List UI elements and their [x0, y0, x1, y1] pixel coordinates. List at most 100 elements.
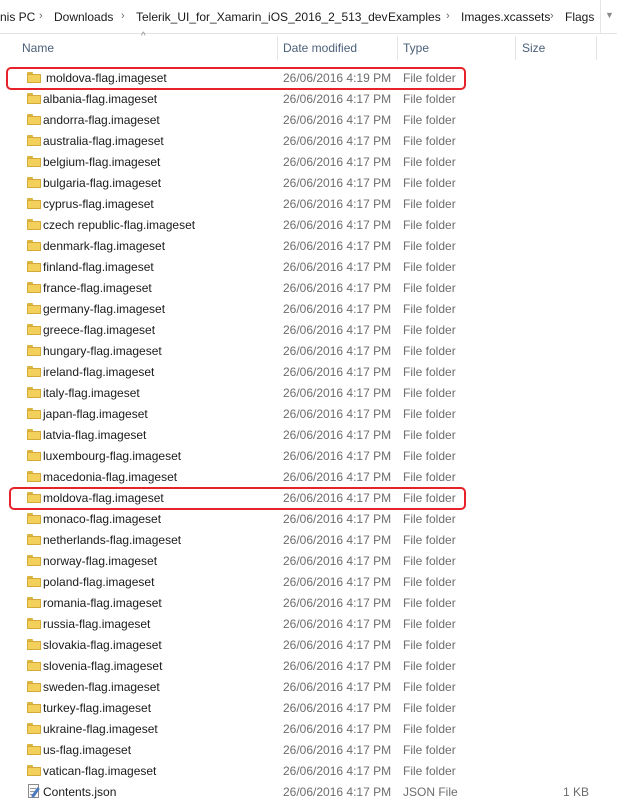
folder-row[interactable]: czech republic-flag.imageset 26/06/2016 4… — [0, 215, 617, 236]
file-name: monaco-flag.imageset — [43, 512, 162, 526]
file-name: slovakia-flag.imageset — [43, 638, 162, 652]
file-name: ireland-flag.imageset — [43, 365, 155, 379]
file-name: vatican-flag.imageset — [43, 764, 157, 778]
file-type: File folder — [403, 260, 456, 274]
file-name: norway-flag.imageset — [43, 554, 158, 568]
file-name: netherlands-flag.imageset — [43, 533, 182, 547]
file-name: turkey-flag.imageset — [43, 701, 152, 715]
column-divider[interactable] — [596, 36, 597, 60]
folder-row[interactable]: ukraine-flag.imageset 26/06/2016 4:17 PM F… — [0, 719, 617, 740]
file-type: File folder — [403, 764, 456, 778]
folder-row[interactable]: finland-flag.imageset 26/06/2016 4:17 PM F… — [0, 257, 617, 278]
column-header-size[interactable]: Size — [522, 34, 545, 62]
folder-row[interactable]: germany-flag.imageset 26/06/2016 4:17 PM F… — [0, 299, 617, 320]
file-date-modified: 26/06/2016 4:17 PM — [283, 176, 392, 190]
file-date-modified: 26/06/2016 4:17 PM — [283, 155, 392, 169]
column-header-name[interactable]: Name — [22, 34, 54, 62]
file-name: moldova-flag.imageset — [43, 491, 164, 505]
file-date-modified: 26/06/2016 4:17 PM — [283, 323, 392, 337]
file-type: File folder — [403, 71, 456, 85]
file-date-modified: 26/06/2016 4:19 PM — [283, 71, 392, 85]
folder-row[interactable]: russia-flag.imageset 26/06/2016 4:17 PM Fi… — [0, 614, 617, 635]
folder-row[interactable]: romania-flag.imageset 26/06/2016 4:17 PM F… — [0, 593, 617, 614]
breadcrumb-examples[interactable]: Examples — [388, 10, 441, 24]
folder-icon — [27, 555, 41, 566]
folder-row[interactable]: italy-flag.imageset 26/06/2016 4:17 PM Fil… — [0, 383, 617, 404]
folder-row[interactable]: sweden-flag.imageset 26/06/2016 4:17 PM Fi… — [0, 677, 617, 698]
column-header-date-modified[interactable]: Date modified — [283, 34, 357, 62]
breadcrumb-images-xcassets[interactable]: Images.xcassets — [461, 10, 550, 24]
folder-row[interactable]: poland-flag.imageset 26/06/2016 4:17 PM Fi… — [0, 572, 617, 593]
folder-row[interactable]: moldova-flag.imageset 26/06/2016 4:19 PM F… — [0, 68, 617, 89]
file-name: germany-flag.imageset — [43, 302, 166, 316]
breadcrumb-telerik-folder[interactable]: Telerik_UI_for_Xamarin_iOS_2016_2_513_de… — [136, 10, 388, 24]
folder-row[interactable]: monaco-flag.imageset 26/06/2016 4:17 PM Fi… — [0, 509, 617, 530]
breadcrumb-separator[interactable]: › — [39, 10, 43, 22]
folder-row[interactable]: macedonia-flag.imageset 26/06/2016 4:17 P… — [0, 467, 617, 488]
address-dropdown-button[interactable]: ▼ — [600, 0, 617, 33]
folder-icon — [27, 723, 41, 734]
folder-row[interactable]: andorra-flag.imageset 26/06/2016 4:17 PM F… — [0, 110, 617, 131]
column-divider[interactable] — [277, 36, 278, 60]
folder-row[interactable]: denmark-flag.imageset 26/06/2016 4:17 PM F… — [0, 236, 617, 257]
breadcrumb-separator[interactable]: › — [374, 10, 378, 22]
column-divider[interactable] — [397, 36, 398, 60]
file-row[interactable]: Contents.json 26/06/2016 4:17 PM JSON File… — [0, 782, 617, 803]
folder-row[interactable]: vatican-flag.imageset 26/06/2016 4:17 PM F… — [0, 761, 617, 782]
folder-icon — [27, 366, 41, 377]
folder-row[interactable]: norway-flag.imageset 26/06/2016 4:17 PM Fi… — [0, 551, 617, 572]
file-name: Contents.json — [43, 785, 117, 799]
folder-row[interactable]: australia-flag.imageset 26/06/2016 4:17 P… — [0, 131, 617, 152]
breadcrumb-separator[interactable]: › — [121, 10, 125, 22]
file-type: File folder — [403, 155, 456, 169]
folder-row[interactable]: luxembourg-flag.imageset 26/06/2016 4:17 … — [0, 446, 617, 467]
file-type: File folder — [403, 323, 456, 337]
breadcrumb-downloads[interactable]: Downloads — [54, 10, 113, 24]
file-type: File folder — [403, 428, 456, 442]
folder-row[interactable]: us-flag.imageset 26/06/2016 4:17 PM File f… — [0, 740, 617, 761]
folder-row[interactable]: slovenia-flag.imageset 26/06/2016 4:17 PM… — [0, 656, 617, 677]
address-bar[interactable]: nis PC › Downloads › Telerik_UI_for_Xama… — [0, 0, 617, 34]
breadcrumb-separator[interactable]: › — [550, 10, 554, 22]
column-header-type[interactable]: Type — [403, 34, 429, 62]
file-type: File folder — [403, 533, 456, 547]
file-name: andorra-flag.imageset — [43, 113, 160, 127]
file-name: cyprus-flag.imageset — [43, 197, 154, 211]
folder-row[interactable]: netherlands-flag.imageset 26/06/2016 4:17… — [0, 530, 617, 551]
folder-row[interactable]: moldova-flag.imageset 26/06/2016 4:17 PM F… — [0, 488, 617, 509]
breadcrumb-separator[interactable]: › — [446, 10, 450, 22]
folder-row[interactable]: slovakia-flag.imageset 26/06/2016 4:17 PM… — [0, 635, 617, 656]
folder-icon — [27, 135, 41, 146]
folder-row[interactable]: japan-flag.imageset 26/06/2016 4:17 PM Fil… — [0, 404, 617, 425]
file-type: File folder — [403, 659, 456, 673]
file-date-modified: 26/06/2016 4:17 PM — [283, 92, 392, 106]
folder-row[interactable]: greece-flag.imageset 26/06/2016 4:17 PM Fi… — [0, 320, 617, 341]
file-date-modified: 26/06/2016 4:17 PM — [283, 554, 392, 568]
folder-icon — [27, 93, 41, 104]
breadcrumb-this-pc[interactable]: nis PC — [0, 10, 35, 24]
folder-row[interactable]: turkey-flag.imageset 26/06/2016 4:17 PM Fi… — [0, 698, 617, 719]
breadcrumb-flags[interactable]: Flags — [565, 10, 594, 24]
file-type: File folder — [403, 470, 456, 484]
folder-icon — [27, 387, 41, 398]
folder-row[interactable]: latvia-flag.imageset 26/06/2016 4:17 PM Fi… — [0, 425, 617, 446]
folder-row[interactable]: albania-flag.imageset 26/06/2016 4:17 PM F… — [0, 89, 617, 110]
folder-row[interactable]: hungary-flag.imageset 26/06/2016 4:17 PM F… — [0, 341, 617, 362]
folder-row[interactable]: france-flag.imageset 26/06/2016 4:17 PM Fi… — [0, 278, 617, 299]
file-type: File folder — [403, 722, 456, 736]
column-divider[interactable] — [515, 36, 516, 60]
sort-ascending-icon: ^ — [141, 31, 146, 42]
folder-row[interactable]: belgium-flag.imageset 26/06/2016 4:17 PM F… — [0, 152, 617, 173]
file-type: File folder — [403, 449, 456, 463]
folder-row[interactable]: ireland-flag.imageset 26/06/2016 4:17 PM F… — [0, 362, 617, 383]
folder-row[interactable]: cyprus-flag.imageset 26/06/2016 4:17 PM Fi… — [0, 194, 617, 215]
file-name: albania-flag.imageset — [43, 92, 158, 106]
file-name: moldova-flag.imageset — [46, 71, 167, 85]
folder-icon — [27, 261, 41, 272]
file-date-modified: 26/06/2016 4:17 PM — [283, 113, 392, 127]
file-type: File folder — [403, 218, 456, 232]
file-type: File folder — [403, 575, 456, 589]
folder-icon — [27, 303, 41, 314]
folder-icon — [27, 597, 41, 608]
folder-row[interactable]: bulgaria-flag.imageset 26/06/2016 4:17 PM… — [0, 173, 617, 194]
